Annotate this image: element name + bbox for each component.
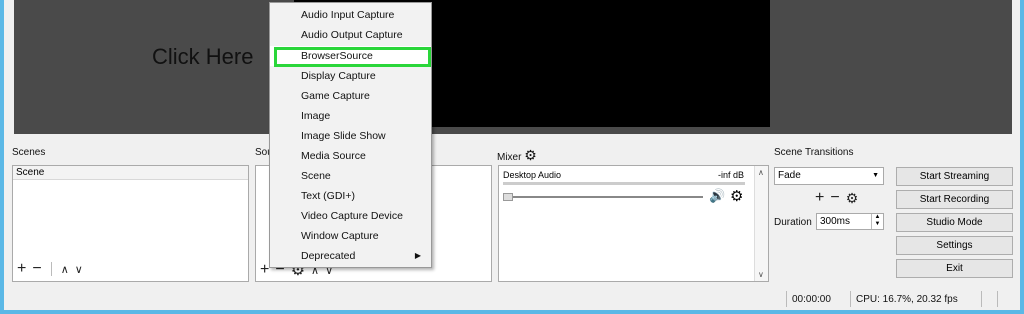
menu-item-game-capture[interactable]: Game Capture [270,86,431,106]
minus-icon[interactable]: − [830,189,839,207]
menu-item-text-gdi[interactable]: Text (GDI+) [270,186,431,206]
chevron-up-icon[interactable]: ∧ [61,263,69,276]
transition-select[interactable]: Fade ▼ [774,167,884,185]
gear-icon[interactable]: ⚙ [846,190,859,207]
mixer-dock-title: Mixer ⚙ [497,147,537,164]
toolbar-separator [50,262,52,276]
duration-label: Duration [774,217,812,228]
menu-item-video-capture-device[interactable]: Video Capture Device [270,206,431,226]
menu-item-deprecated[interactable]: Deprecated ▶ [270,246,431,266]
menu-item-media-source[interactable]: Media Source [270,146,431,166]
mixer-scrollbar[interactable]: ∧ ∨ [754,166,768,281]
menu-item-image[interactable]: Image [270,106,431,126]
mixer-title-text: Mixer [497,152,522,163]
menu-item-deprecated-label: Deprecated [301,250,356,262]
preview-canvas[interactable]: Click Here [14,0,1012,134]
start-streaming-button[interactable]: Start Streaming [896,167,1013,186]
minus-icon[interactable]: − [32,260,41,278]
scroll-up-icon[interactable]: ∧ [758,168,764,177]
duration-value: 300ms [820,216,851,227]
menu-item-audio-input-capture[interactable]: Audio Input Capture [270,5,431,25]
scene-list-item[interactable]: Scene [13,166,248,180]
transition-select-value: Fade [778,170,801,181]
menu-item-image-slide-show[interactable]: Image Slide Show [270,126,431,146]
status-separator [997,291,998,307]
spin-buttons[interactable]: ▲ ▼ [871,214,883,229]
scroll-down-icon[interactable]: ∨ [758,270,764,279]
transitions-toolbar: + − ⚙ [815,189,858,207]
menu-item-window-capture[interactable]: Window Capture [270,226,431,246]
settings-button[interactable]: Settings [896,236,1013,255]
transitions-dock-title: Scene Transitions [774,147,854,158]
gear-icon[interactable]: ⚙ [524,147,537,163]
gear-icon[interactable]: ⚙ [730,187,743,205]
studio-mode-button[interactable]: Studio Mode [896,213,1013,232]
plus-icon[interactable]: + [260,261,269,279]
start-recording-button[interactable]: Start Recording [896,190,1013,209]
status-separator [786,291,787,307]
volume-slider-handle[interactable] [503,193,513,201]
speaker-icon[interactable]: 🔊 [709,188,725,204]
status-cpu: CPU: 16.7%, 20.32 fps [856,294,958,305]
highlight-box [274,47,431,67]
mixer-panel: Desktop Audio -inf dB 🔊 ⚙ ∧ ∨ [498,165,769,282]
scenes-toolbar: + − ∧ ∨ [17,260,83,278]
mixer-channel-name: Desktop Audio [503,170,562,180]
submenu-arrow-icon: ▶ [414,251,421,260]
menu-item-display-capture[interactable]: Display Capture [270,66,431,86]
plus-icon[interactable]: + [815,189,824,207]
mixer-level-text: -inf dB [717,170,744,180]
scenes-dock-title: Scenes [12,147,46,158]
add-source-context-menu: Audio Input Capture Audio Output Capture… [269,2,432,268]
status-separator [981,291,982,307]
chevron-down-icon: ▼ [872,172,879,179]
volume-slider-track[interactable] [503,196,703,198]
chevron-down-icon[interactable]: ∨ [75,263,83,276]
menu-item-audio-output-capture[interactable]: Audio Output Capture [270,25,431,45]
duration-spinbox[interactable]: 300ms ▲ ▼ [816,213,884,230]
plus-icon[interactable]: + [17,260,26,278]
menu-item-scene[interactable]: Scene [270,166,431,186]
status-separator [850,291,851,307]
exit-button[interactable]: Exit [896,259,1013,278]
audio-level-meter [503,182,745,185]
obs-window: Click Here Scenes Sou Mixer ⚙ Scene Tran… [4,0,1020,310]
status-time: 00:00:00 [792,294,831,305]
preview-overlay-text: Click Here [152,44,254,69]
